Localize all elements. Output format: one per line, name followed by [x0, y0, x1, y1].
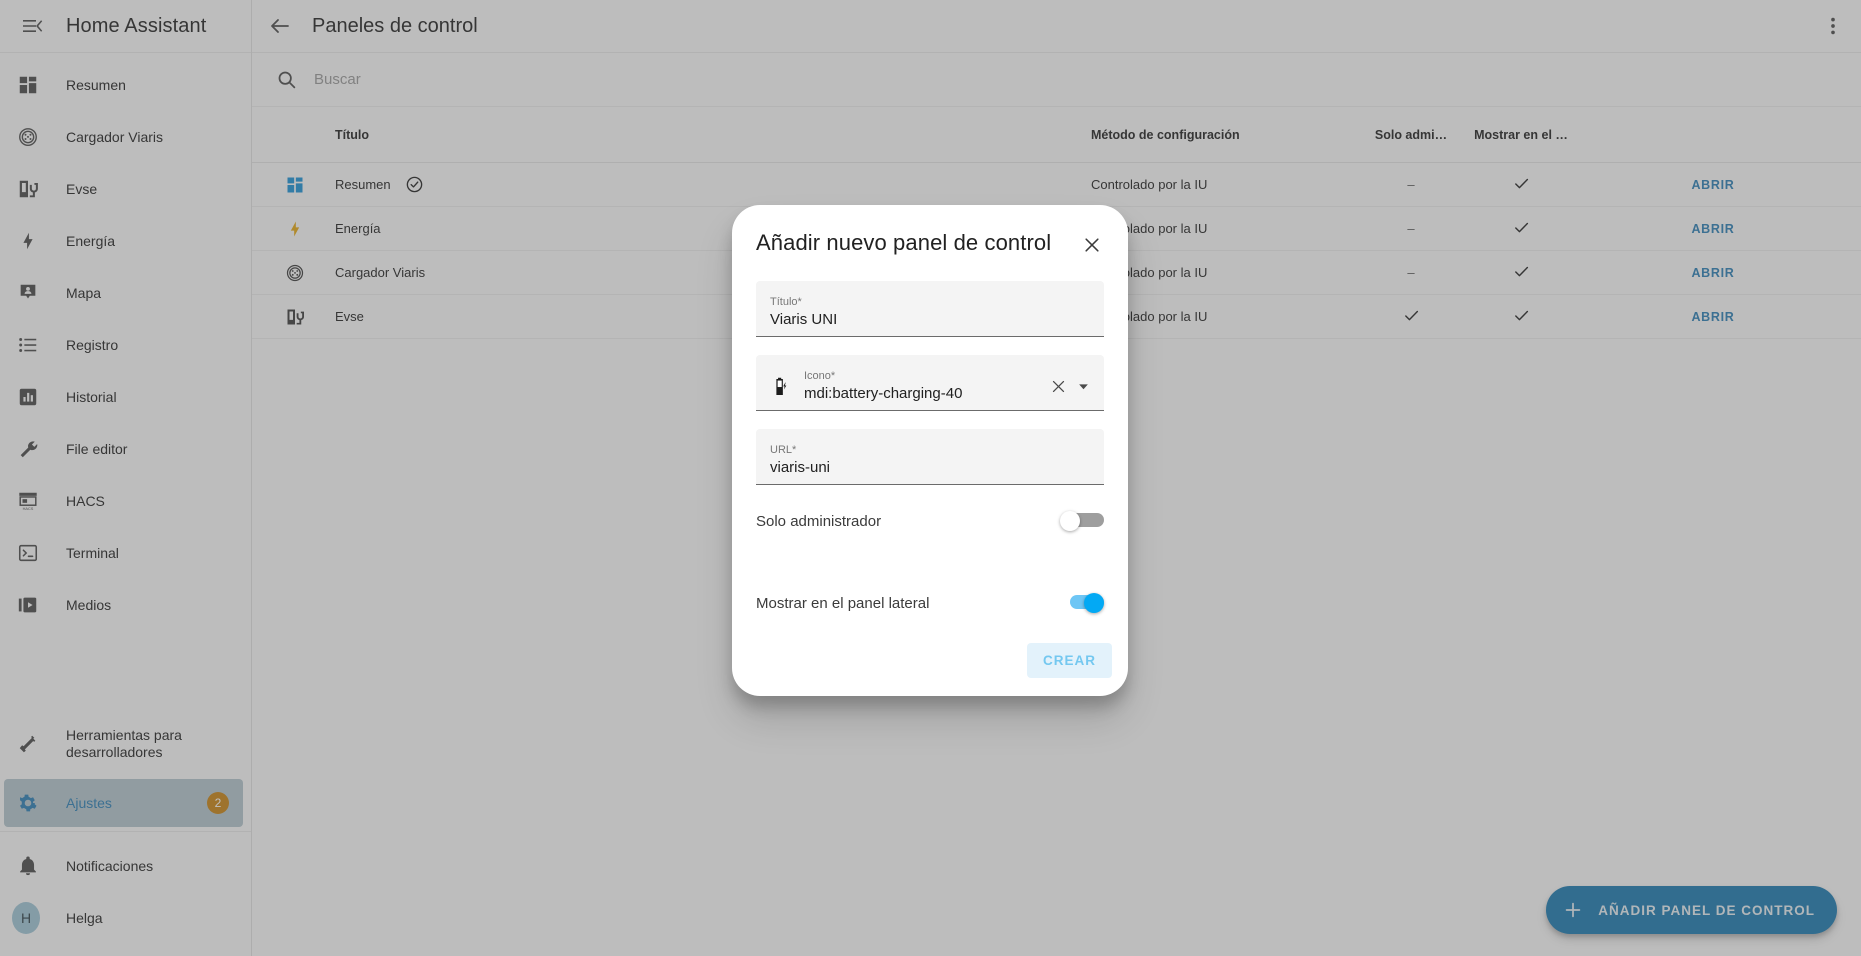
close-icon[interactable] [1078, 231, 1106, 259]
titulo-field-label: Título* [770, 296, 802, 308]
dialog-actions: CREAR [732, 627, 1128, 696]
crear-button[interactable]: CREAR [1026, 643, 1112, 678]
mostrar-panel-lateral-toggle[interactable] [1060, 593, 1104, 613]
toggle-knob [1060, 511, 1080, 531]
add-dashboard-dialog: Añadir nuevo panel de control Título* Vi… [732, 205, 1128, 696]
solo-administrador-toggle[interactable] [1060, 511, 1104, 531]
toggle-knob [1084, 593, 1104, 613]
url-field-label: URL* [770, 444, 797, 456]
solo-administrador-row: Solo administrador [756, 497, 1104, 545]
icono-field-text: Icono* mdi:battery-charging-40 [804, 370, 1050, 403]
dialog-body: Título* Viaris UNI Icono* mdi:battery-ch… [732, 281, 1128, 627]
titulo-field[interactable]: Título* Viaris UNI [756, 281, 1104, 337]
icono-field-trailing [1050, 378, 1090, 395]
solo-administrador-label: Solo administrador [756, 512, 882, 530]
battery-charging-40-icon [768, 375, 792, 399]
dialog-title: Añadir nuevo panel de control [756, 230, 1052, 255]
url-field-value: viaris-uni [770, 459, 831, 476]
menu-down-icon[interactable] [1077, 380, 1090, 393]
url-field[interactable]: URL* viaris-uni [756, 429, 1104, 485]
titulo-field-value: Viaris UNI [770, 311, 838, 328]
mostrar-panel-lateral-label: Mostrar en el panel lateral [756, 594, 930, 612]
mostrar-panel-lateral-row: Mostrar en el panel lateral [756, 579, 1104, 627]
icono-field[interactable]: Icono* mdi:battery-charging-40 [756, 355, 1104, 411]
close-icon[interactable] [1050, 378, 1067, 395]
icono-field-value: mdi:battery-charging-40 [804, 385, 963, 402]
dialog-header: Añadir nuevo panel de control [732, 229, 1128, 259]
icono-field-label: Icono* [804, 370, 836, 382]
app-root: Home Assistant Resumen Cargador Viaris E… [0, 0, 1861, 956]
